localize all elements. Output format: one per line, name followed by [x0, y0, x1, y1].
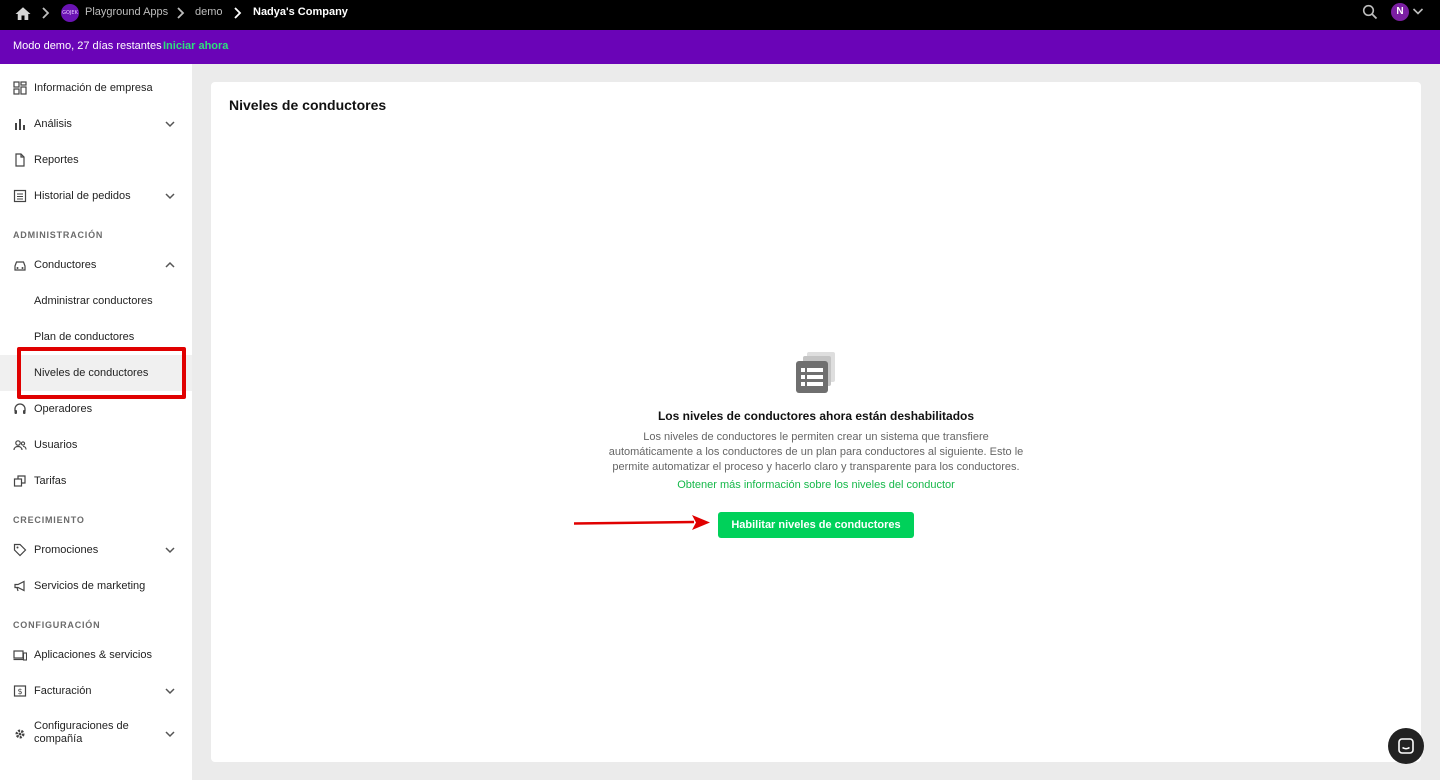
sidebar-item-label: Aplicaciones & servicios [34, 649, 152, 661]
tag-icon [13, 543, 27, 557]
sidebar-item-label: Análisis [34, 118, 72, 130]
chat-icon [1398, 738, 1414, 754]
sidebar-item-manage-drivers[interactable]: Administrar conductores [0, 283, 192, 319]
chevron-right-icon [234, 7, 242, 19]
headset-icon [14, 403, 26, 414]
document-icon [15, 153, 25, 167]
chevron-down-icon[interactable] [1412, 6, 1424, 16]
top-bar: GOJEK Playground Apps demo Nadya's Compa… [0, 0, 1440, 30]
gear-icon [15, 729, 25, 739]
chevron-down-icon [165, 731, 175, 738]
list-icon [13, 189, 27, 203]
sidebar-item-label: Configuraciones de compañía [34, 720, 129, 745]
chevron-up-icon [165, 261, 175, 268]
breadcrumb-company[interactable]: Nadya's Company [253, 0, 348, 24]
sidebar-item-label: Conductores [34, 259, 97, 271]
chevron-down-icon [165, 688, 175, 695]
sidebar-item-reports[interactable]: Reportes [0, 142, 192, 178]
search-icon[interactable] [1362, 4, 1378, 20]
sidebar-item-analytics[interactable]: Análisis [0, 106, 192, 142]
start-now-link[interactable]: Iniciar ahora [163, 40, 228, 52]
sidebar-item-label: Historial de pedidos [34, 190, 131, 202]
sidebar-item-promotions[interactable]: Promociones [0, 532, 192, 568]
sidebar-item-label: Tarifas [34, 475, 67, 487]
avatar[interactable]: N [1391, 3, 1409, 21]
sidebar: Información de empresa Análisis Reportes… [0, 64, 192, 780]
main-card: Niveles de conductores Los niveles de co… [211, 82, 1421, 762]
sidebar-item-label: Reportes [34, 154, 79, 166]
sidebar-item-company-settings[interactable]: Configuraciones de compañía [0, 716, 192, 752]
sidebar-item-rates[interactable]: Tarifas [0, 463, 192, 499]
learn-more-link[interactable]: Obtener más información sobre los nivele… [566, 479, 1066, 491]
chat-button[interactable] [1388, 728, 1424, 764]
chevron-right-icon [42, 7, 50, 19]
billing-icon: $ [13, 685, 27, 697]
chevron-down-icon [165, 547, 175, 554]
sidebar-item-label: Servicios de marketing [34, 580, 146, 592]
rates-icon [13, 475, 26, 487]
enable-driver-levels-button[interactable]: Habilitar niveles de conductores [718, 512, 914, 538]
demo-banner: Modo demo, 27 días restantes Iniciar aho… [0, 30, 1440, 64]
car-icon [14, 261, 26, 271]
megaphone-icon [14, 580, 25, 592]
chevron-right-icon [177, 7, 185, 19]
sidebar-item-label: Plan de conductores [34, 331, 135, 343]
app-logo: GOJEK [61, 4, 79, 22]
breadcrumb-playground-apps[interactable]: Playground Apps [85, 0, 168, 24]
sidebar-item-label: Información de empresa [34, 82, 153, 94]
empty-state-title: Los niveles de conductores ahora están d… [657, 409, 975, 423]
sidebar-item-label: Administrar conductores [34, 295, 153, 307]
sidebar-item-label: Operadores [34, 403, 93, 415]
svg-text:$: $ [17, 687, 22, 696]
sidebar-item-users[interactable]: Usuarios [0, 427, 192, 463]
sidebar-item-label: Usuarios [34, 439, 78, 451]
sidebar-item-marketing[interactable]: Servicios de marketing [0, 568, 192, 604]
sidebar-item-label: Promociones [34, 544, 99, 556]
home-icon[interactable] [14, 5, 32, 23]
empty-state-description: Los niveles de conductores le permiten c… [608, 431, 1024, 473]
sidebar-item-company-info[interactable]: Información de empresa [0, 70, 192, 106]
section-label-administration: ADMINISTRACIÓN [13, 230, 104, 240]
sidebar-item-billing[interactable]: $ Facturación [0, 673, 192, 709]
chevron-down-icon [165, 121, 175, 128]
dashboard-icon [13, 81, 27, 95]
sidebar-item-order-history[interactable]: Historial de pedidos [0, 178, 192, 214]
table-icon [796, 352, 835, 393]
sidebar-item-label: Niveles de conductores [34, 367, 149, 379]
chevron-down-icon [165, 193, 175, 200]
sidebar-item-operators[interactable]: Operadores [0, 391, 192, 427]
sidebar-item-drivers[interactable]: Conductores [0, 247, 192, 283]
devices-icon [13, 650, 27, 661]
bar-chart-icon [15, 119, 25, 130]
section-label-growth: CRECIMIENTO [13, 515, 85, 525]
users-icon [13, 440, 27, 451]
sidebar-item-label: Facturación [34, 685, 92, 697]
breadcrumb-demo[interactable]: demo [195, 0, 223, 24]
section-label-configuration: CONFIGURACIÓN [13, 620, 101, 630]
demo-banner-text: Modo demo, 27 días restantes [13, 40, 162, 52]
sidebar-item-driver-levels[interactable]: Niveles de conductores [0, 355, 192, 391]
sidebar-item-apps-services[interactable]: Aplicaciones & servicios [0, 637, 192, 673]
page-title: Niveles de conductores [229, 97, 387, 113]
sidebar-item-driver-plans[interactable]: Plan de conductores [0, 319, 192, 355]
